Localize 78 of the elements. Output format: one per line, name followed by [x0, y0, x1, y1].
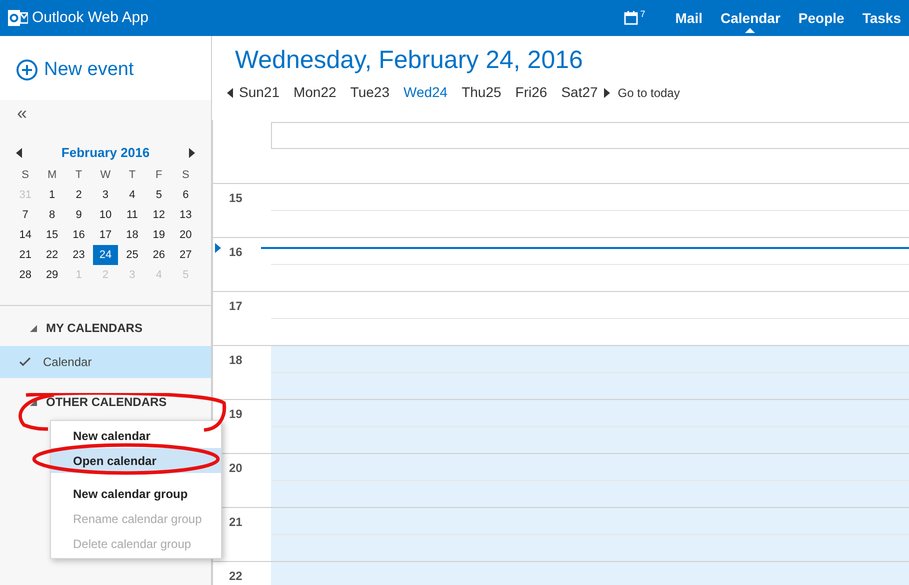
- day-cell[interactable]: 8: [40, 205, 65, 225]
- weekday-label: T: [128, 168, 137, 183]
- month-title: February 2016: [61, 144, 150, 162]
- day-cell[interactable]: 18: [120, 225, 145, 245]
- day-cell[interactable]: 25: [120, 245, 145, 265]
- day-cell[interactable]: 21: [12, 245, 38, 265]
- expanded-icon: [30, 398, 37, 406]
- menu-item[interactable]: New calendar group: [51, 481, 221, 506]
- day-cell[interactable]: 1: [40, 185, 65, 205]
- day-cell[interactable]: 9: [66, 205, 92, 225]
- day-cell[interactable]: 14: [12, 225, 38, 245]
- expanded-icon: [30, 324, 37, 332]
- hour-label: 18: [229, 352, 242, 369]
- nav-link[interactable]: Tasks: [862, 8, 901, 28]
- weekday-label: M: [46, 168, 58, 183]
- day-cell[interactable]: 16: [66, 225, 92, 245]
- day-cell[interactable]: 12: [146, 205, 172, 225]
- plus-icon: [16, 59, 38, 81]
- day-cell[interactable]: 19: [146, 225, 172, 245]
- hour-label: 16: [229, 244, 242, 261]
- day-cell[interactable]: 11: [120, 205, 145, 225]
- day-cell[interactable]: 10: [92, 205, 118, 225]
- weekday-label: W: [99, 168, 112, 183]
- current-time-marker-icon: [215, 243, 221, 253]
- date-title: Wednesday, February 24, 2016: [235, 45, 584, 76]
- hour-label: 21: [229, 514, 242, 531]
- calendar-item[interactable]: Calendar: [0, 346, 211, 378]
- next-day-arrow[interactable]: [604, 88, 610, 98]
- day-cell[interactable]: 17: [92, 225, 118, 245]
- day-tab[interactable]: Sun21: [239, 82, 280, 103]
- day-tab[interactable]: Thu25: [462, 82, 502, 103]
- day-tab[interactable]: Fri26: [515, 82, 548, 103]
- app-logo-icon: [8, 9, 28, 27]
- hour-label: 17: [229, 298, 242, 315]
- weekday-label: S: [20, 168, 30, 183]
- calendar-label: Calendar: [43, 354, 92, 371]
- day-cell[interactable]: 23: [66, 245, 92, 265]
- day-cell[interactable]: 27: [173, 245, 198, 265]
- hour-label: 20: [229, 460, 242, 477]
- check-icon: [19, 357, 31, 367]
- day-cell[interactable]: 24: [92, 245, 118, 265]
- hour-label: 19: [229, 406, 242, 423]
- day-cell[interactable]: 20: [173, 225, 198, 245]
- day-cell[interactable]: 13: [173, 205, 198, 225]
- day-cell[interactable]: 7: [12, 205, 38, 225]
- previous-month-arrow[interactable]: [16, 148, 22, 158]
- hour-label: 15: [229, 190, 242, 207]
- day-tab[interactable]: Sat27: [561, 82, 598, 103]
- weekday-label: S: [180, 168, 190, 183]
- group-title[interactable]: MY CALENDARS: [46, 319, 142, 337]
- day-cell[interactable]: 5: [146, 185, 172, 205]
- day-cell[interactable]: 26: [146, 245, 172, 265]
- day-cell[interactable]: 28: [12, 265, 38, 285]
- badge-count: 7: [640, 8, 646, 21]
- day-cell[interactable]: 3: [92, 185, 118, 205]
- day-cell[interactable]: 4: [120, 185, 145, 205]
- nav-link[interactable]: People: [798, 8, 844, 28]
- day-tab[interactable]: Tue23: [350, 82, 390, 103]
- group-title[interactable]: OTHER CALENDARS: [46, 393, 167, 411]
- day-tab[interactable]: Mon22: [293, 82, 336, 103]
- day-cell[interactable]: 29: [40, 265, 65, 285]
- day-cell[interactable]: 22: [40, 245, 65, 265]
- hour-label: 22: [229, 568, 242, 585]
- day-tab[interactable]: Wed24: [403, 82, 448, 103]
- all-day-field[interactable]: [271, 122, 909, 149]
- collapse-button[interactable]: «: [17, 104, 28, 122]
- menu-item[interactable]: New calendar: [51, 423, 221, 448]
- nav-link[interactable]: Mail: [675, 8, 702, 28]
- day-cell[interactable]: 6: [173, 185, 198, 205]
- next-month-arrow[interactable]: [188, 148, 195, 158]
- day-cell[interactable]: 15: [40, 225, 65, 245]
- weekday-label: F: [154, 168, 164, 183]
- calendar-icon: [624, 11, 638, 25]
- day-cell[interactable]: 2: [66, 185, 92, 205]
- go-to-today-link[interactable]: Go to today: [618, 84, 680, 102]
- previous-day-arrow[interactable]: [227, 88, 233, 98]
- weekday-label: T: [74, 168, 84, 183]
- app-title: Outlook Web App: [32, 8, 148, 28]
